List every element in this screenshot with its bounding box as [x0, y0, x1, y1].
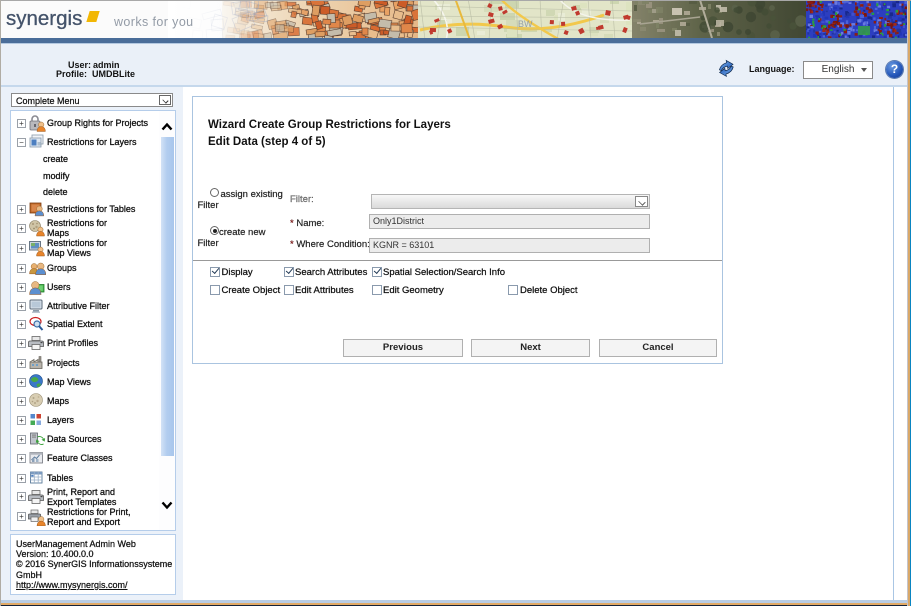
svg-text:BW: BW	[518, 19, 533, 29]
